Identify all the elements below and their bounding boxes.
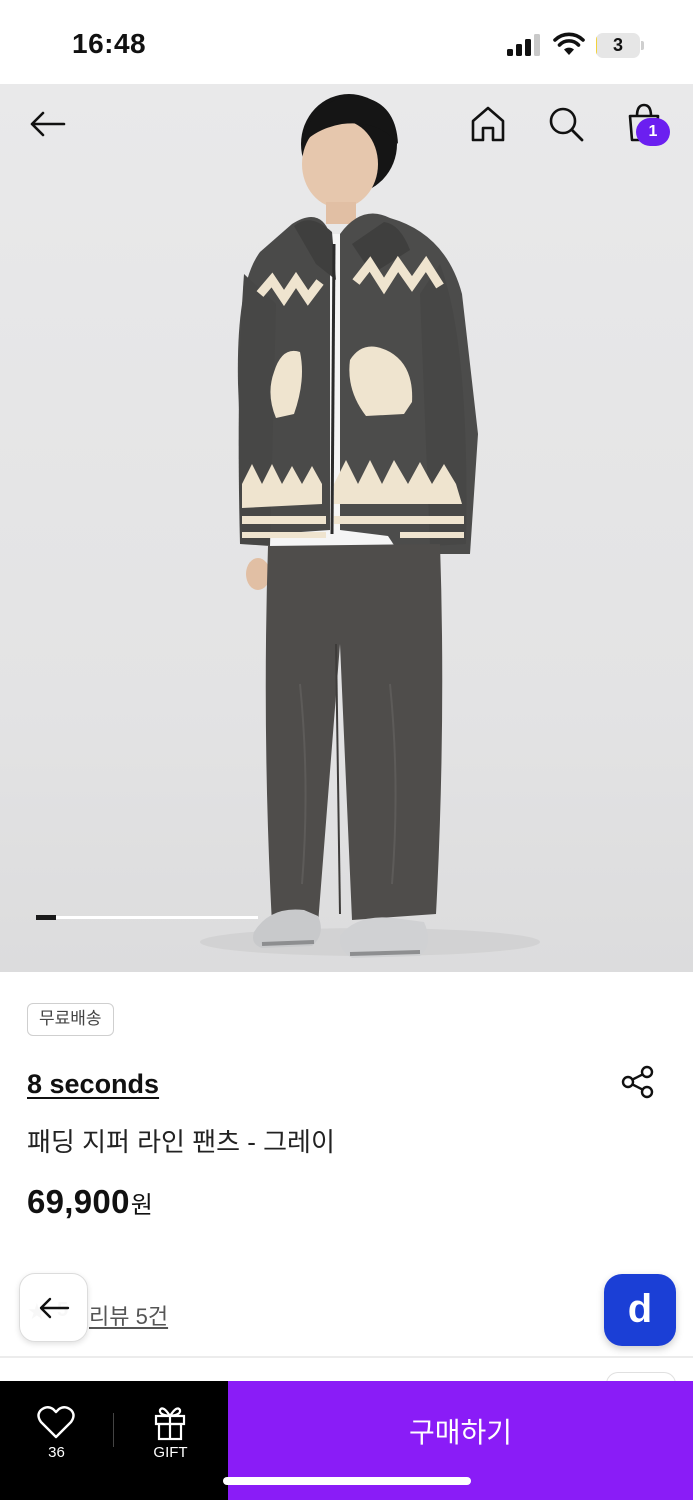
battery-level: 3 bbox=[612, 35, 623, 55]
back-arrow-icon bbox=[39, 1297, 70, 1319]
app-shortcut-button[interactable]: d bbox=[604, 1274, 676, 1346]
status-bar: 16:48 3 bbox=[0, 0, 693, 84]
cellular-signal-icon bbox=[507, 34, 540, 56]
gift-icon bbox=[154, 1407, 186, 1441]
heart-icon bbox=[37, 1406, 75, 1439]
section-divider bbox=[0, 1356, 693, 1358]
search-icon[interactable] bbox=[546, 104, 586, 144]
home-icon[interactable] bbox=[468, 104, 508, 144]
product-price: 69,900원 bbox=[27, 1183, 153, 1221]
cart-count-badge[interactable]: 1 bbox=[636, 118, 670, 146]
share-icon[interactable] bbox=[620, 1064, 656, 1100]
product-photo bbox=[200, 94, 540, 958]
floating-back-button[interactable] bbox=[19, 1273, 88, 1342]
battery-icon: 3 bbox=[596, 33, 644, 58]
product-name: 패딩 지퍼 라인 팬츠 - 그레이 bbox=[27, 1127, 335, 1157]
status-time: 16:48 bbox=[72, 28, 147, 59]
gift-button[interactable]: GIFT bbox=[114, 1381, 227, 1500]
buy-label: 구매하기 bbox=[408, 1417, 513, 1448]
gift-label: GIFT bbox=[153, 1444, 188, 1461]
home-indicator[interactable] bbox=[223, 1477, 471, 1485]
price-unit: 원 bbox=[130, 1192, 154, 1219]
free-shipping-badge: 무료배송 bbox=[27, 1003, 114, 1036]
review-count-link[interactable]: 리뷰 5건 bbox=[89, 1299, 168, 1331]
like-count: 36 bbox=[48, 1444, 65, 1461]
carousel-progress-indicator bbox=[36, 915, 56, 920]
brand-link[interactable]: 8 seconds bbox=[27, 1069, 159, 1100]
back-arrow-icon[interactable] bbox=[28, 104, 68, 144]
wifi-icon bbox=[553, 32, 585, 55]
app-logo-icon: d bbox=[627, 1287, 653, 1331]
like-button[interactable]: 36 bbox=[0, 1381, 113, 1500]
price-value: 69,900 bbox=[27, 1183, 130, 1220]
carousel-progress-track bbox=[36, 916, 258, 919]
product-image-carousel[interactable] bbox=[0, 84, 693, 972]
